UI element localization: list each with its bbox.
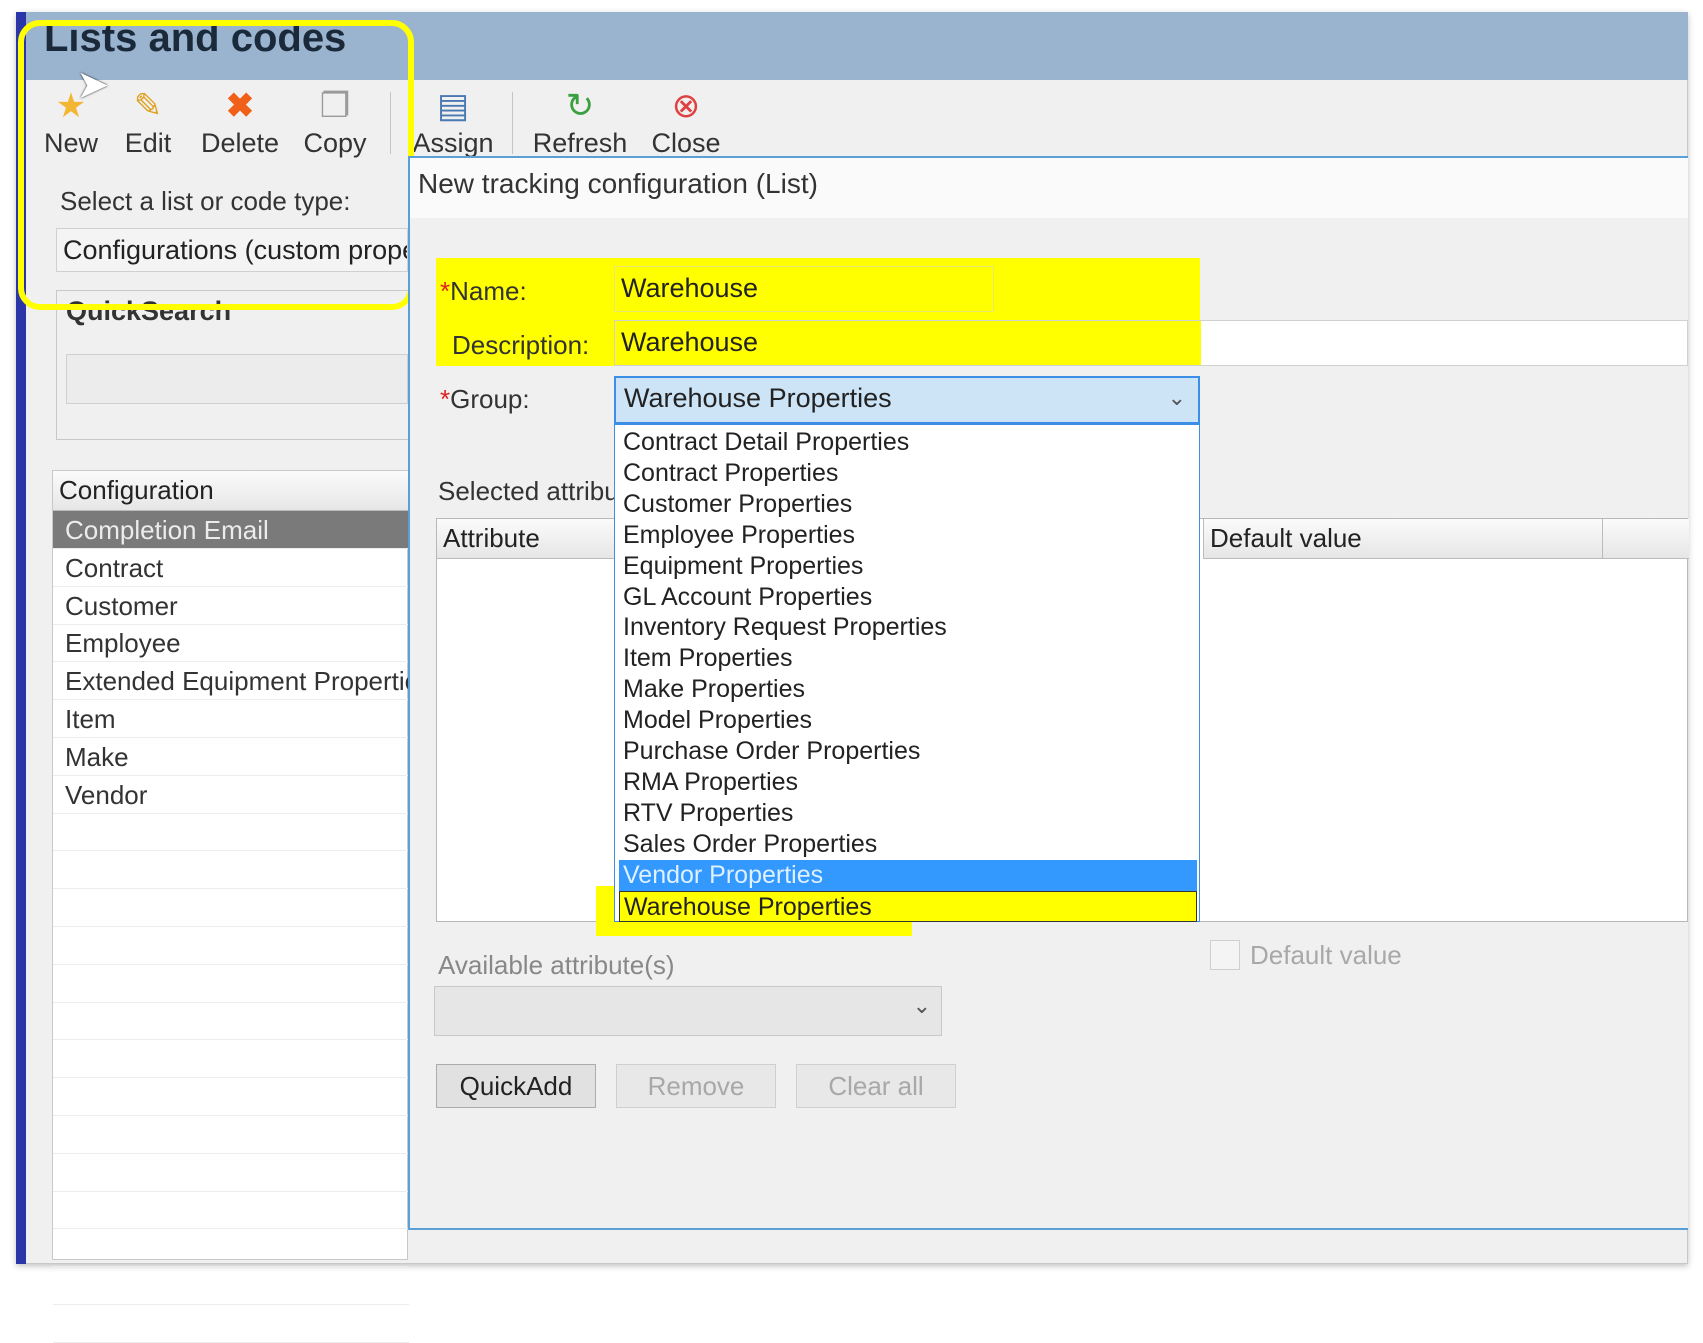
chevron-down-icon: ⌄ [912,993,931,1018]
list-item[interactable]: Completion Email [53,511,409,549]
name-label: *Name: [440,276,527,306]
assign-button-label: Assign [412,128,494,158]
selected-attributes-label: Selected attribu [438,476,619,506]
extra-column-header [1603,519,1689,559]
assign-button[interactable]: ▤ Assign [410,84,496,164]
default-value-column-header[interactable]: Default value [1203,519,1603,559]
group-option[interactable]: Sales Order Properties [619,829,1197,860]
empty-list-row [53,1305,409,1343]
empty-list-row [53,965,409,1003]
group-option[interactable]: Inventory Request Properties [619,612,1197,643]
list-item[interactable]: Extended Equipment Propertie [53,662,409,701]
group-option[interactable]: Make Properties [619,674,1197,705]
list-item[interactable]: Employee [53,624,409,663]
list-item[interactable]: Item [53,700,409,738]
configuration-column-header[interactable]: Configuration [53,471,409,511]
chevron-down-icon: ⌄ [1167,385,1186,410]
empty-list-row [53,1229,409,1268]
group-option[interactable]: RTV Properties [619,798,1197,829]
refresh-icon: ↻ [565,87,595,125]
configuration-list: Configuration Completion Email Contract Cu… [52,470,409,1343]
toolbar-separator [512,92,513,154]
name-input[interactable]: Warehouse [614,266,994,312]
group-option[interactable]: GL Account Properties [619,582,1197,613]
assign-icon: ▤ [436,87,470,125]
group-option[interactable]: Contract Detail Properties [619,427,1197,458]
description-input[interactable]: Warehouse [614,320,1688,366]
empty-list-row [53,1040,409,1079]
group-option[interactable]: Item Properties [619,643,1197,674]
empty-list-row [53,1267,409,1305]
empty-list-row [53,1154,409,1192]
group-option[interactable]: Customer Properties [619,489,1197,520]
group-option[interactable]: Purchase Order Properties [619,736,1197,767]
remove-button[interactable]: Remove [616,1064,776,1108]
highlight-callout [18,20,414,310]
group-option[interactable]: Vendor Properties [619,859,1197,891]
list-item[interactable]: Vendor [53,776,409,814]
empty-list-row [53,927,409,965]
close-circle-icon: ⊗ [671,87,701,125]
group-option[interactable]: Model Properties [619,705,1197,736]
empty-list-row [53,1078,409,1116]
default-value-checkbox[interactable] [1210,940,1240,970]
group-option[interactable]: Employee Properties [619,520,1197,551]
empty-list-row [53,1191,409,1230]
group-select[interactable]: Warehouse Properties ⌄ [614,376,1200,424]
group-option[interactable]: Warehouse Properties [619,890,1197,922]
quicksearch-select[interactable] [66,354,408,404]
description-label: Description: [452,330,590,360]
group-option[interactable]: Contract Properties [619,458,1197,489]
close-button-label: Close [651,128,721,158]
empty-list-row [53,1116,409,1154]
available-attributes-select[interactable]: ⌄ [434,986,942,1036]
close-button[interactable]: ⊗ Close [648,84,724,164]
list-item[interactable]: Contract [53,549,409,587]
empty-list-row [53,813,409,852]
refresh-button-label: Refresh [532,128,628,158]
empty-list-row [53,851,409,890]
refresh-button[interactable]: ↻ Refresh [530,84,630,164]
empty-list-row [53,889,409,927]
empty-list-row [53,1002,409,1041]
group-dropdown-list: Contract Detail Properties Contract Prope… [614,424,1200,922]
default-value-checkbox-label: Default value [1250,940,1402,970]
group-label: *Group: [440,384,530,414]
group-option[interactable]: RMA Properties [619,767,1197,798]
quickadd-button[interactable]: QuickAdd [436,1064,596,1108]
panel-title: New tracking configuration (List) [418,168,818,199]
clear-all-button[interactable]: Clear all [796,1064,956,1108]
group-option[interactable]: Equipment Properties [619,551,1197,582]
available-attributes-label: Available attribute(s) [438,950,675,980]
list-item[interactable]: Customer [53,587,409,625]
group-select-value: Warehouse Properties [624,383,892,413]
attribute-column-header[interactable]: Attribute [437,519,617,559]
list-item[interactable]: Make [53,738,409,776]
